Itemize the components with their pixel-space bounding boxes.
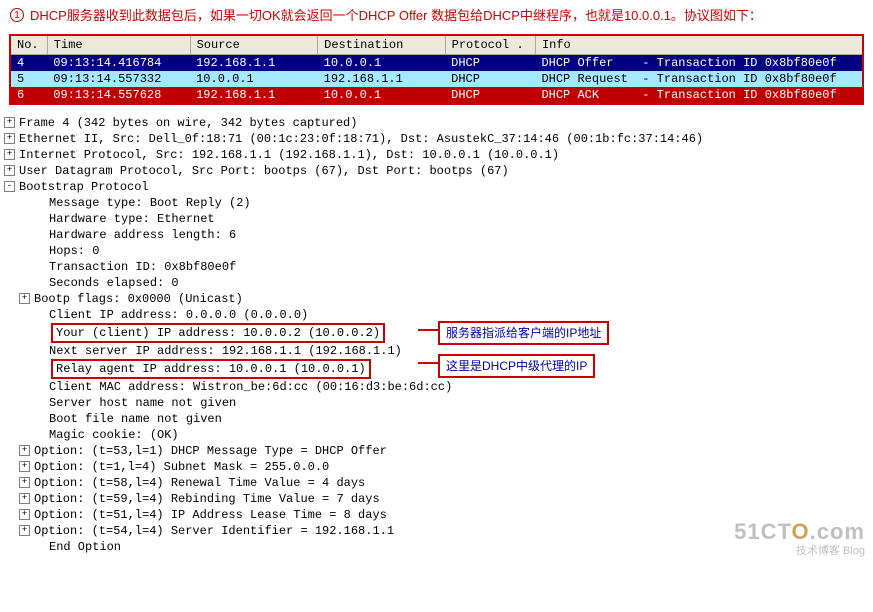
collapse-icon[interactable]: - — [4, 181, 15, 192]
tree-line[interactable]: Boot file name not given — [4, 411, 873, 427]
packet-row[interactable]: 4 09:13:14.416784 192.168.1.1 10.0.0.1 D… — [10, 54, 863, 71]
note-bullet-icon: 1 — [10, 8, 24, 22]
tree-line[interactable]: Transaction ID: 0x8bf80e0f — [4, 259, 873, 275]
tree-line[interactable]: + Option: (t=58,l=4) Renewal Time Value =… — [4, 475, 873, 491]
expand-icon[interactable]: + — [19, 293, 30, 304]
instruction-note: 1 DHCP服务器收到此数据包后，如果一切OK就会返回一个DHCP Offer … — [0, 0, 873, 34]
packet-cell: 09:13:14.557332 — [47, 71, 190, 87]
packet-cell: DHCP — [445, 71, 535, 87]
column-header[interactable]: No. — [10, 35, 47, 55]
tree-line[interactable]: Hops: 0 — [4, 243, 873, 259]
expand-icon[interactable]: + — [19, 477, 30, 488]
tree-text: Bootstrap Protocol — [19, 179, 149, 195]
packet-cell: 4 — [10, 54, 47, 71]
packet-cell: 10.0.0.1 — [318, 87, 446, 104]
tree-line[interactable]: + Option: (t=53,l=1) DHCP Message Type = … — [4, 443, 873, 459]
tree-text: Server host name not given — [49, 395, 236, 411]
column-header[interactable]: Info — [535, 35, 863, 55]
packet-cell: 09:13:14.416784 — [47, 54, 190, 71]
tree-text: Message type: Boot Reply (2) — [49, 195, 251, 211]
tree-text: Client MAC address: Wistron_be:6d:cc (00… — [49, 379, 452, 395]
table-header-row[interactable]: No.TimeSourceDestinationProtocol .Info — [10, 35, 863, 55]
tree-text: Hops: 0 — [49, 243, 99, 259]
tree-text: Hardware address length: 6 — [49, 227, 236, 243]
tree-line[interactable]: + Internet Protocol, Src: 192.168.1.1 (19… — [4, 147, 873, 163]
packet-cell: DHCP — [445, 87, 535, 104]
tree-text: Magic cookie: (OK) — [49, 427, 179, 443]
packet-cell: DHCP Request - Transaction ID 0x8bf80e0f — [535, 71, 863, 87]
packet-cell: 192.168.1.1 — [318, 71, 446, 87]
tree-text: Your (client) IP address: 10.0.0.2 (10.0… — [51, 323, 385, 343]
expand-icon[interactable]: + — [19, 493, 30, 504]
tree-text: Relay agent IP address: 10.0.0.1 (10.0.0… — [51, 359, 371, 379]
tree-line[interactable]: + Option: (t=54,l=4) Server Identifier = … — [4, 523, 873, 539]
tree-line[interactable]: + Bootp flags: 0x0000 (Unicast) — [4, 291, 873, 307]
packet-list-table[interactable]: No.TimeSourceDestinationProtocol .Info 4… — [9, 34, 864, 105]
callout-client-ip: 服务器指派给客户端的IP地址 — [438, 321, 609, 345]
expand-icon[interactable]: + — [4, 133, 15, 144]
expand-icon[interactable]: + — [4, 117, 15, 128]
tree-text: Option: (t=51,l=4) IP Address Lease Time… — [34, 507, 387, 523]
tree-line[interactable]: + Option: (t=59,l=4) Rebinding Time Value… — [4, 491, 873, 507]
packet-cell: 192.168.1.1 — [190, 54, 318, 71]
tree-line[interactable]: Hardware type: Ethernet — [4, 211, 873, 227]
tree-text: Option: (t=54,l=4) Server Identifier = 1… — [34, 523, 394, 539]
tree-line[interactable]: Hardware address length: 6 — [4, 227, 873, 243]
tree-line[interactable]: Magic cookie: (OK) — [4, 427, 873, 443]
packet-cell: 6 — [10, 87, 47, 104]
packet-row[interactable]: 5 09:13:14.557332 10.0.0.1 192.168.1.1 D… — [10, 71, 863, 87]
column-header[interactable]: Time — [47, 35, 190, 55]
tree-line[interactable]: + Option: (t=1,l=4) Subnet Mask = 255.0.0… — [4, 459, 873, 475]
expand-icon[interactable]: + — [4, 149, 15, 160]
tree-line[interactable]: + Option: (t=51,l=4) IP Address Lease Tim… — [4, 507, 873, 523]
tree-text: Transaction ID: 0x8bf80e0f — [49, 259, 236, 275]
packet-row[interactable]: 6 09:13:14.557628 192.168.1.1 10.0.0.1 D… — [10, 87, 863, 104]
tree-text: Next server IP address: 192.168.1.1 (192… — [49, 343, 402, 359]
packet-cell: DHCP Offer - Transaction ID 0x8bf80e0f — [535, 54, 863, 71]
packet-cell: 5 — [10, 71, 47, 87]
packet-detail-tree[interactable]: 服务器指派给客户端的IP地址 这里是DHCP中级代理的IP + Frame 4 (… — [0, 111, 873, 565]
packet-cell: 192.168.1.1 — [190, 87, 318, 104]
tree-text: Seconds elapsed: 0 — [49, 275, 179, 291]
tree-text: Client IP address: 0.0.0.0 (0.0.0.0) — [49, 307, 308, 323]
tree-text: Option: (t=58,l=4) Renewal Time Value = … — [34, 475, 365, 491]
tree-text: User Datagram Protocol, Src Port: bootps… — [19, 163, 509, 179]
tree-text: Boot file name not given — [49, 411, 222, 427]
tree-text: End Option — [49, 539, 121, 555]
tree-line[interactable]: + User Datagram Protocol, Src Port: bootp… — [4, 163, 873, 179]
note-text: DHCP服务器收到此数据包后，如果一切OK就会返回一个DHCP Offer 数据… — [30, 6, 762, 26]
expand-icon[interactable]: + — [19, 525, 30, 536]
packet-cell: DHCP — [445, 54, 535, 71]
packet-cell: 10.0.0.1 — [190, 71, 318, 87]
packet-cell: 10.0.0.1 — [318, 54, 446, 71]
callout-line-a — [418, 329, 438, 331]
tree-line[interactable]: Client MAC address: Wistron_be:6d:cc (00… — [4, 379, 873, 395]
tree-line[interactable]: End Option — [4, 539, 873, 555]
tree-line[interactable]: -Bootstrap Protocol — [4, 179, 873, 195]
expand-icon[interactable]: + — [19, 461, 30, 472]
column-header[interactable]: Destination — [318, 35, 446, 55]
expand-icon[interactable]: + — [19, 445, 30, 456]
callout-relay-ip: 这里是DHCP中级代理的IP — [438, 354, 595, 378]
packet-cell: 09:13:14.557628 — [47, 87, 190, 104]
tree-text: Frame 4 (342 bytes on wire, 342 bytes ca… — [19, 115, 357, 131]
tree-text: Internet Protocol, Src: 192.168.1.1 (192… — [19, 147, 559, 163]
tree-text: Option: (t=59,l=4) Rebinding Time Value … — [34, 491, 380, 507]
tree-line[interactable]: Server host name not given — [4, 395, 873, 411]
tree-line[interactable]: + Frame 4 (342 bytes on wire, 342 bytes c… — [4, 115, 873, 131]
tree-text: Hardware type: Ethernet — [49, 211, 215, 227]
expand-icon[interactable]: + — [4, 165, 15, 176]
column-header[interactable]: Source — [190, 35, 318, 55]
tree-text: Option: (t=1,l=4) Subnet Mask = 255.0.0.… — [34, 459, 329, 475]
tree-line[interactable]: Message type: Boot Reply (2) — [4, 195, 873, 211]
tree-text: Option: (t=53,l=1) DHCP Message Type = D… — [34, 443, 387, 459]
tree-text: Ethernet II, Src: Dell_0f:18:71 (00:1c:2… — [19, 131, 703, 147]
tree-line[interactable]: Seconds elapsed: 0 — [4, 275, 873, 291]
packet-cell: DHCP ACK - Transaction ID 0x8bf80e0f — [535, 87, 863, 104]
expand-icon[interactable]: + — [19, 509, 30, 520]
callout-line-b — [418, 362, 438, 364]
tree-text: Bootp flags: 0x0000 (Unicast) — [34, 291, 243, 307]
tree-line[interactable]: + Ethernet II, Src: Dell_0f:18:71 (00:1c:… — [4, 131, 873, 147]
column-header[interactable]: Protocol . — [445, 35, 535, 55]
